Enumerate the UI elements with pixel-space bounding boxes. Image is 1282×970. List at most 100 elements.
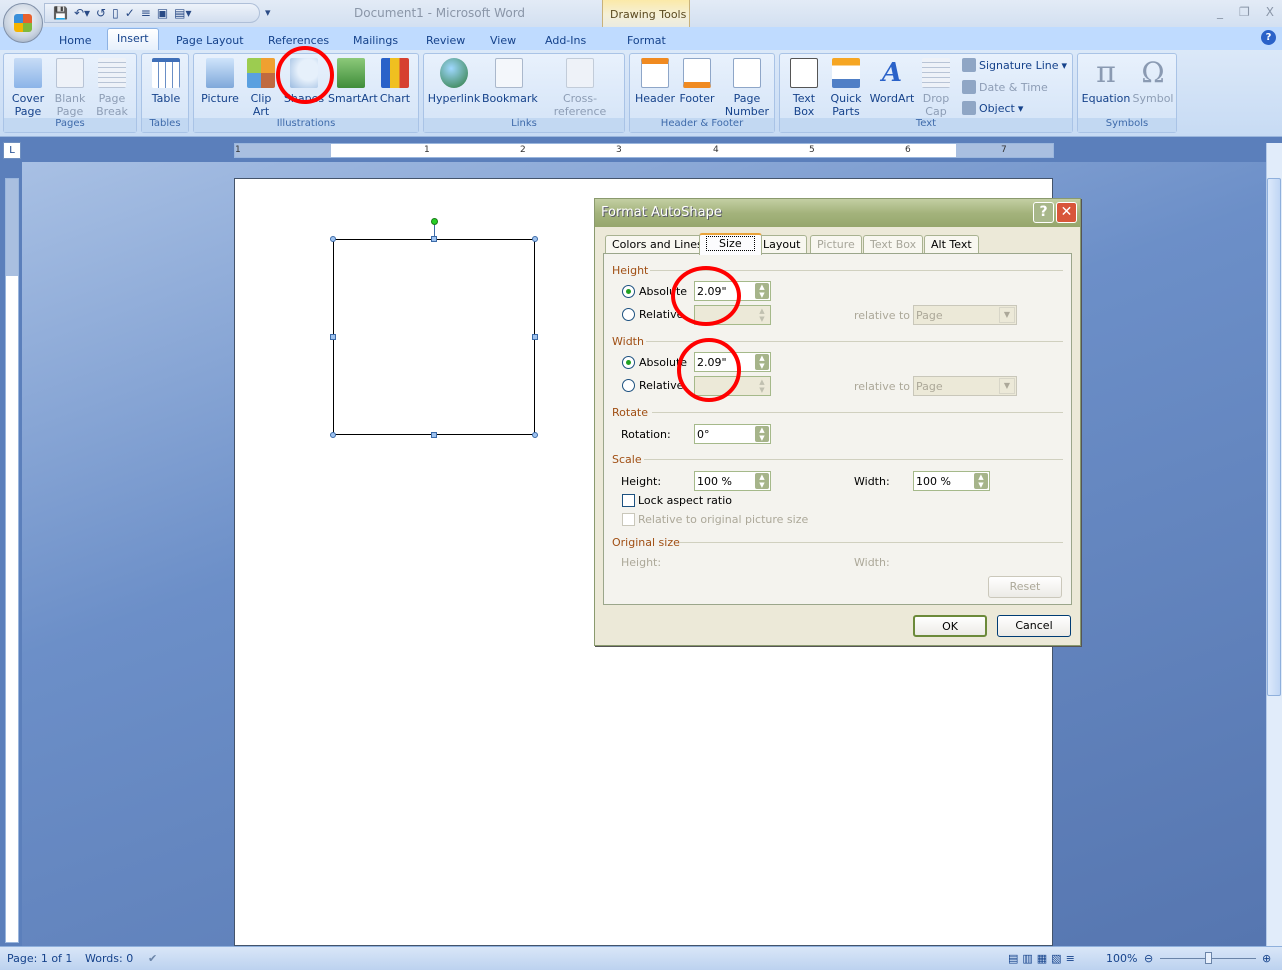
header-button[interactable]: Header [634, 58, 676, 105]
page-break-button[interactable]: Page Break [92, 58, 132, 118]
group-label: Tables [142, 118, 188, 132]
resize-handle[interactable] [330, 334, 336, 340]
cross-reference-button[interactable]: Cross-reference [538, 58, 622, 118]
textbox-qat-icon[interactable]: ▤▾ [174, 6, 191, 20]
dialog-close-button[interactable]: ✕ [1056, 202, 1077, 223]
zoom-out-icon[interactable]: ⊖ [1144, 952, 1153, 965]
picture-button[interactable]: Picture [198, 58, 242, 105]
tab-add-ins[interactable]: Add-Ins [545, 31, 586, 50]
quick-parts-button[interactable]: Quick Parts [826, 58, 866, 118]
scale-height-input[interactable]: 100 % ▲ ▼ [694, 471, 771, 491]
resize-handle[interactable] [532, 236, 538, 242]
hyperlink-button[interactable]: Hyperlink [427, 58, 481, 105]
maximize-button[interactable]: ❐ [1239, 5, 1250, 19]
resize-handle[interactable] [532, 432, 538, 438]
rotation-input[interactable]: 0° ▲ ▼ [694, 424, 771, 444]
width-relative-to-select[interactable]: Page ▼ [913, 376, 1017, 396]
vertical-ruler[interactable] [5, 178, 19, 943]
footer-button[interactable]: Footer [678, 58, 716, 105]
height-relative-to-select[interactable]: Page ▼ [913, 305, 1017, 325]
width-absolute-radio[interactable] [622, 356, 635, 369]
spelling-icon[interactable]: ✓ [125, 6, 135, 20]
dialog-help-button[interactable]: ? [1033, 202, 1054, 223]
save-icon[interactable]: 💾 [53, 6, 68, 20]
clip-art-button[interactable]: Clip Art [244, 58, 278, 118]
wordart-button[interactable]: A WordArt [868, 58, 916, 105]
tab-alt-text[interactable]: Alt Text [924, 235, 979, 254]
ribbon-tabs: Home Insert Page Layout References Maili… [0, 27, 1282, 50]
quick-parts-icon [832, 58, 860, 88]
tab-insert[interactable]: Insert [107, 28, 159, 50]
cover-page-button[interactable]: Cover Page [8, 58, 48, 118]
zoom-level[interactable]: 100% [1106, 952, 1137, 965]
scale-width-input[interactable]: 100 % ▲ ▼ [913, 471, 990, 491]
blank-page-button[interactable]: Blank Page [50, 58, 90, 118]
cancel-button[interactable]: Cancel [997, 615, 1071, 637]
tab-selector[interactable]: L [3, 142, 21, 159]
original-width-label: Width: [854, 556, 890, 569]
relative-to-label: relative to [854, 380, 911, 393]
quick-access-toolbar: 💾 ↶▾ ↺ ▯ ✓ ≡ ▣ ▤▾ [44, 3, 260, 23]
smartart-button[interactable]: SmartArt [328, 58, 378, 105]
tab-view[interactable]: View [490, 31, 516, 50]
tab-layout[interactable]: Layout [756, 235, 808, 254]
redo-icon[interactable]: ↺ [96, 6, 106, 20]
new-icon[interactable]: ▯ [112, 6, 119, 20]
table-button[interactable]: Table [146, 58, 186, 105]
minimize-button[interactable]: _ [1217, 5, 1223, 19]
tab-home[interactable]: Home [59, 31, 91, 50]
tab-colors-and-lines[interactable]: Colors and Lines [605, 235, 710, 254]
zoom-in-icon[interactable]: ⊕ [1262, 952, 1271, 965]
copy-icon[interactable]: ▣ [157, 6, 168, 20]
height-absolute-radio[interactable] [622, 285, 635, 298]
bookmark-button[interactable]: Bookmark [482, 58, 538, 105]
tab-text-box[interactable]: Text Box [863, 235, 924, 254]
rectangle-shape[interactable] [330, 236, 538, 438]
customize-qat-icon[interactable]: ▾ [265, 6, 271, 19]
symbol-button[interactable]: Ω Symbol [1132, 58, 1174, 106]
undo-icon[interactable]: ↶▾ [74, 6, 90, 20]
ok-button[interactable]: OK [913, 615, 987, 637]
lock-aspect-ratio-checkbox[interactable] [622, 494, 635, 507]
scale-width-label: Width: [854, 475, 890, 488]
horizontal-ruler[interactable]: 1 1 2 3 4 5 6 7 [234, 143, 1054, 158]
print-icon[interactable]: ≡ [141, 6, 151, 20]
height-relative-radio[interactable] [622, 308, 635, 321]
tab-picture[interactable]: Picture [810, 235, 862, 254]
chart-button[interactable]: Chart [376, 58, 414, 105]
tab-review[interactable]: Review [426, 31, 465, 50]
proofing-icon[interactable]: ✔ [148, 952, 157, 965]
text-box-button[interactable]: Text Box [784, 58, 824, 118]
relative-original-checkbox[interactable] [622, 513, 635, 526]
width-relative-radio[interactable] [622, 379, 635, 392]
resize-handle[interactable] [330, 236, 336, 242]
scale-height-label: Height: [621, 475, 662, 488]
rotate-handle[interactable] [431, 218, 438, 225]
date-time-button[interactable]: Date & Time [962, 80, 1048, 94]
resize-handle[interactable] [431, 236, 437, 242]
page-count[interactable]: Page: 1 of 1 [7, 952, 72, 965]
resize-handle[interactable] [330, 432, 336, 438]
zoom-slider-thumb[interactable] [1205, 952, 1212, 964]
help-icon[interactable]: ? [1261, 30, 1276, 45]
height-section-label: Height [612, 264, 649, 277]
close-button[interactable]: X [1266, 5, 1274, 19]
signature-line-button[interactable]: Signature Line ▾ [962, 58, 1067, 72]
tab-mailings[interactable]: Mailings [353, 31, 398, 50]
scrollbar-thumb[interactable] [1267, 178, 1281, 696]
resize-handle[interactable] [532, 334, 538, 340]
tab-page-layout[interactable]: Page Layout [176, 31, 244, 50]
tab-size[interactable]: Size [699, 233, 762, 255]
word-count[interactable]: Words: 0 [85, 952, 133, 965]
object-button[interactable]: Object ▾ [962, 101, 1023, 115]
view-buttons[interactable]: ▤▥▦▧≡ [1008, 952, 1079, 965]
resize-handle[interactable] [431, 432, 437, 438]
equation-button[interactable]: π Equation [1081, 58, 1131, 106]
tab-format[interactable]: Format [627, 31, 666, 50]
group-label: Symbols [1078, 118, 1176, 132]
group-header-footer: Header Footer Page Number Header & Foote… [629, 53, 775, 133]
office-button[interactable] [3, 3, 43, 43]
drop-cap-button[interactable]: Drop Cap [918, 58, 954, 118]
page-number-button[interactable]: Page Number [722, 58, 772, 118]
reset-button[interactable]: Reset [988, 576, 1062, 598]
